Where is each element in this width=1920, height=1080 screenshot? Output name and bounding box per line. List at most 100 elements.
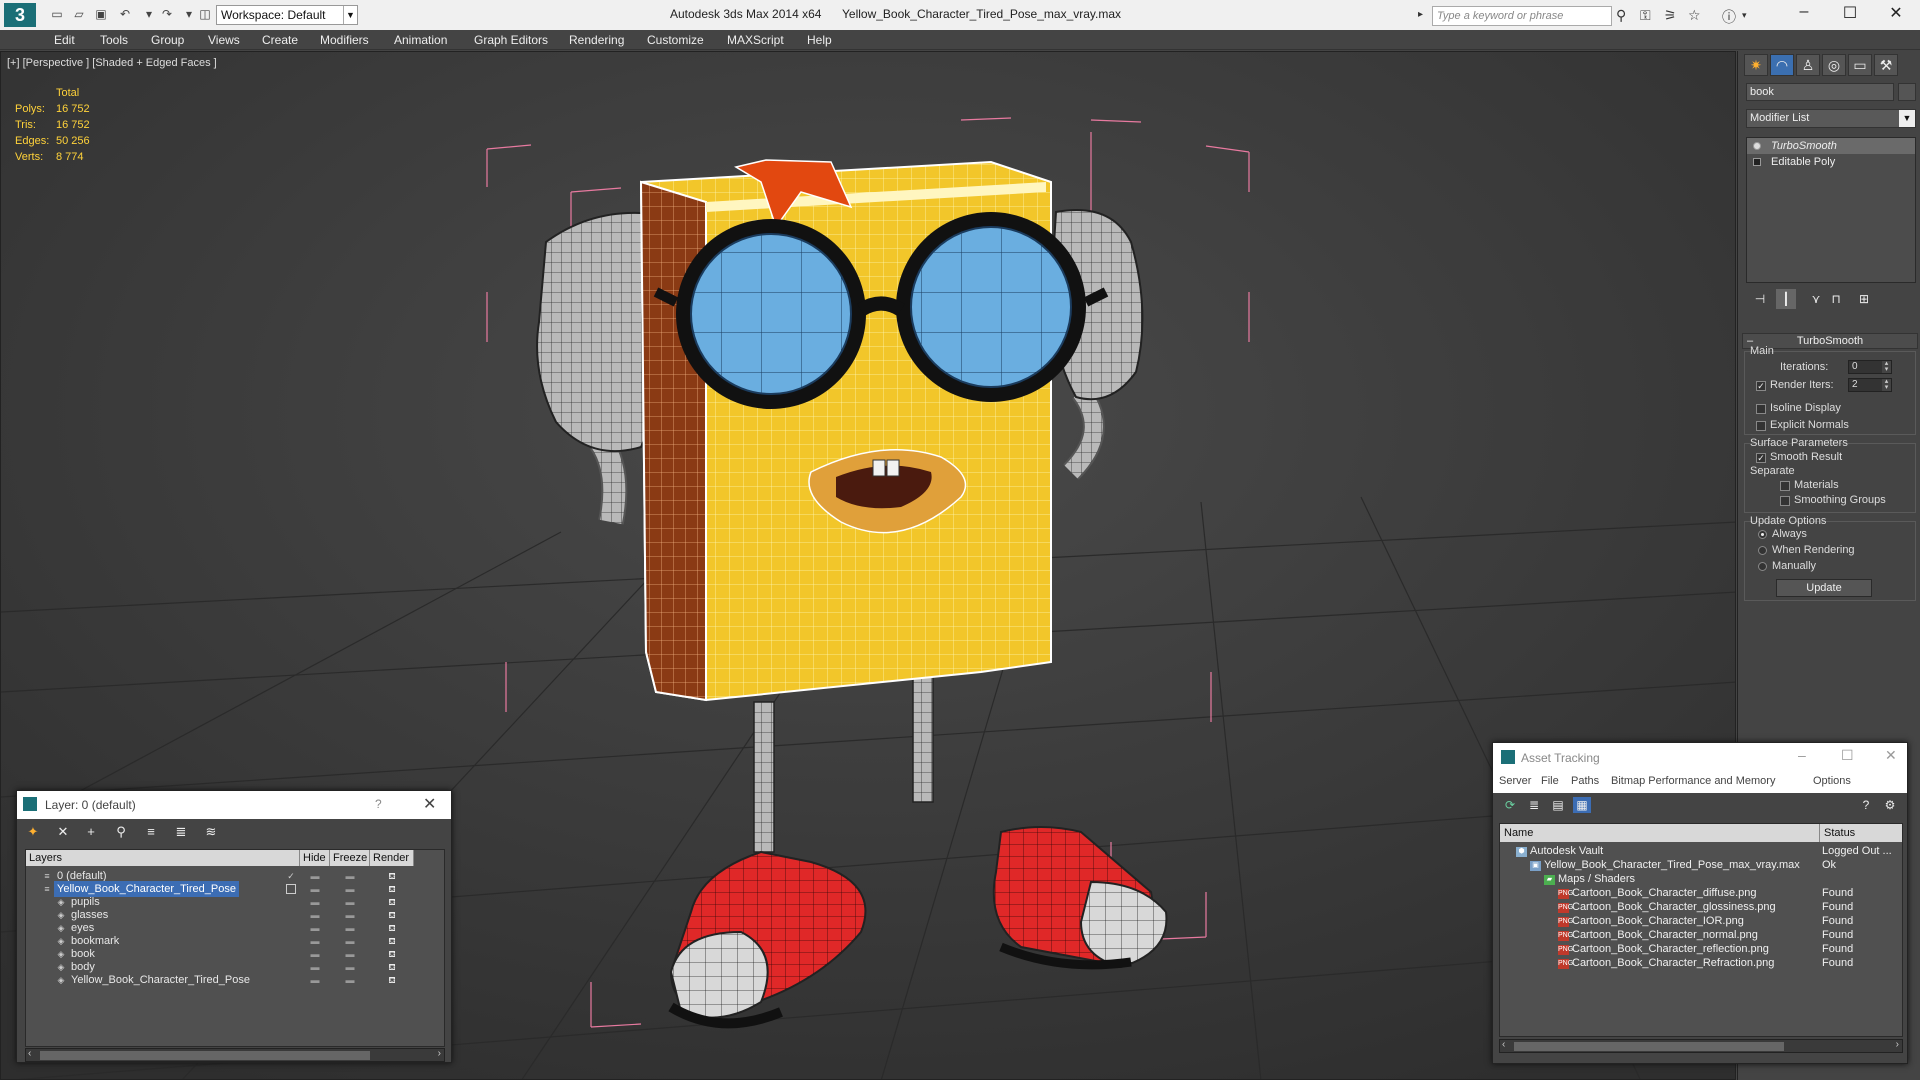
column-freeze[interactable]: Freeze [330, 850, 370, 866]
delete-layer-icon[interactable]: ✕ [53, 823, 73, 841]
thumbnail-view-icon[interactable]: ▤ [1549, 797, 1567, 813]
viewport-label[interactable]: [+] [Perspective ] [Shaded + Edged Faces… [7, 57, 217, 69]
menu-options[interactable]: Options [1813, 775, 1851, 787]
hide-toggle[interactable]: ▬ [300, 972, 330, 988]
render-iters-spinner[interactable]: 2 ▴ ▾ [1848, 378, 1892, 392]
modifier-list-dropdown[interactable]: Modifier List ▼ [1746, 109, 1916, 128]
show-end-result-icon[interactable]: ┃ [1776, 289, 1796, 309]
configure-sets-icon[interactable]: ⊞ [1854, 289, 1874, 309]
spinner-arrows-icon[interactable]: ▴ ▾ [1882, 378, 1891, 391]
project-folder-icon[interactable]: ◫ [196, 6, 214, 22]
app-logo-icon[interactable]: 3 [4, 3, 36, 27]
redo-icon[interactable]: ↷ [158, 6, 176, 22]
save-file-icon[interactable]: ▣ [92, 6, 110, 22]
subscription-key-icon[interactable]: ⚿ [1640, 7, 1651, 24]
menu-customize[interactable]: Customize [647, 33, 704, 47]
column-render[interactable]: Render [370, 850, 414, 866]
asset-window-titlebar[interactable]: Asset Tracking – ☐ ✕ [1493, 743, 1907, 771]
asset-row[interactable]: PNG Cartoon_Book_Character_Refraction.png… [1500, 955, 1902, 972]
render-teapot-icon[interactable]: ⛾ [377, 972, 407, 988]
when-rendering-radio[interactable] [1758, 546, 1767, 555]
menu-animation[interactable]: Animation [394, 33, 447, 47]
menu-server[interactable]: Server [1499, 775, 1531, 787]
scroll-right-icon[interactable]: › [438, 1048, 441, 1059]
refresh-icon[interactable]: ⟳ [1501, 797, 1519, 813]
scroll-right-icon[interactable]: › [1896, 1039, 1899, 1050]
add-to-layer-icon[interactable]: + [81, 823, 101, 841]
smoothing-groups-checkbox[interactable] [1780, 496, 1790, 506]
menu-paths[interactable]: Paths [1571, 775, 1599, 787]
menu-create[interactable]: Create [262, 33, 298, 47]
motion-tab-icon[interactable]: ◎ [1822, 54, 1846, 76]
isoline-display-checkbox[interactable] [1756, 404, 1766, 414]
make-unique-icon[interactable]: ⋎ [1806, 289, 1826, 309]
undo-dropdown-icon[interactable]: ▾ [140, 6, 158, 22]
menu-edit[interactable]: Edit [54, 33, 75, 47]
materials-checkbox[interactable] [1780, 481, 1790, 491]
always-radio[interactable] [1758, 530, 1767, 539]
stack-item-turbosmooth[interactable]: TurboSmooth [1747, 138, 1915, 154]
display-tab-icon[interactable]: ▭ [1848, 54, 1872, 76]
search-expand-icon[interactable]: ▸ [1418, 9, 1423, 20]
freeze-toggle[interactable]: ▬ [335, 972, 365, 988]
menu-file[interactable]: File [1541, 775, 1559, 787]
make-current-icon[interactable]: ≣ [171, 823, 191, 841]
list-view-icon[interactable]: ≣ [1525, 797, 1543, 813]
scroll-thumb[interactable] [40, 1051, 370, 1060]
utilities-tab-icon[interactable]: ⚒ [1874, 54, 1898, 76]
spinner-arrows-icon[interactable]: ▴ ▾ [1882, 360, 1891, 373]
select-layer-icon[interactable]: ≡ [141, 823, 161, 841]
scroll-thumb[interactable] [1514, 1042, 1784, 1051]
menu-views[interactable]: Views [208, 33, 240, 47]
column-status[interactable]: Status [1820, 824, 1902, 842]
minimize-icon[interactable]: – [1784, 3, 1824, 21]
expand-icon[interactable] [1753, 158, 1761, 166]
layer-row[interactable]: ◈ Yellow_Book_Character_Tired_Pose ▬ ▬ ⛾ [26, 972, 444, 988]
settings-icon[interactable]: ⚙ [1881, 797, 1899, 813]
menu-modifiers[interactable]: Modifiers [320, 33, 369, 47]
layer-window-titlebar[interactable]: Layer: 0 (default) ? ✕ [17, 791, 451, 819]
column-hide[interactable]: Hide [300, 850, 330, 866]
help-icon[interactable]: ⓘ [1722, 7, 1736, 27]
iterations-spinner[interactable]: 0 ▴ ▾ [1848, 360, 1892, 374]
lightbulb-icon[interactable] [1753, 142, 1761, 150]
workspace-dropdown[interactable]: Workspace: Default ▼ [216, 5, 358, 25]
current-layer-checkbox[interactable] [286, 884, 296, 894]
horizontal-scrollbar[interactable]: ‹ › [1499, 1039, 1903, 1053]
pin-stack-icon[interactable]: ⊣ [1750, 289, 1770, 309]
new-file-icon[interactable]: ▭ [48, 6, 66, 22]
menu-help[interactable]: Help [807, 33, 832, 47]
close-icon[interactable]: ✕ [1876, 3, 1916, 23]
help-dropdown-icon[interactable]: ▾ [1742, 10, 1747, 21]
communication-center-icon[interactable]: ⚞ [1664, 7, 1677, 24]
scroll-left-icon[interactable]: ‹ [1502, 1039, 1505, 1050]
menu-bitmap-performance[interactable]: Bitmap Performance and Memory [1611, 775, 1775, 787]
create-layer-icon[interactable]: ✦ [23, 823, 43, 841]
object-color-swatch[interactable] [1898, 83, 1916, 101]
menu-rendering[interactable]: Rendering [569, 33, 624, 47]
menu-group[interactable]: Group [151, 33, 184, 47]
update-button[interactable]: Update [1776, 579, 1872, 597]
hierarchy-tab-icon[interactable]: ♙ [1796, 54, 1820, 76]
explicit-normals-checkbox[interactable] [1756, 421, 1766, 431]
hide-layers-icon[interactable]: ≋ [201, 823, 221, 841]
favorites-star-icon[interactable]: ☆ [1688, 7, 1701, 24]
scroll-left-icon[interactable]: ‹ [28, 1048, 31, 1059]
help-icon[interactable]: ? [1857, 797, 1875, 813]
select-objects-icon[interactable]: ⚲ [111, 823, 131, 841]
manually-radio[interactable] [1758, 562, 1767, 571]
close-icon[interactable]: ✕ [1885, 747, 1897, 764]
table-view-icon[interactable]: ▦ [1573, 797, 1591, 813]
smooth-result-checkbox[interactable]: ✓ [1756, 453, 1766, 463]
maximize-icon[interactable]: ☐ [1841, 747, 1854, 764]
menu-graph-editors[interactable]: Graph Editors [474, 33, 548, 47]
column-name[interactable]: Name [1500, 824, 1820, 842]
binoculars-icon[interactable]: ⚲ [1616, 7, 1626, 24]
column-layers[interactable]: Layers [26, 850, 300, 866]
minimize-icon[interactable]: – [1798, 747, 1806, 763]
remove-modifier-icon[interactable]: ⊓ [1826, 289, 1846, 309]
create-tab-icon[interactable]: ✷ [1744, 54, 1768, 76]
horizontal-scrollbar[interactable]: ‹ › [25, 1048, 445, 1062]
open-file-icon[interactable]: ▱ [70, 6, 88, 22]
menu-maxscript[interactable]: MAXScript [727, 33, 784, 47]
